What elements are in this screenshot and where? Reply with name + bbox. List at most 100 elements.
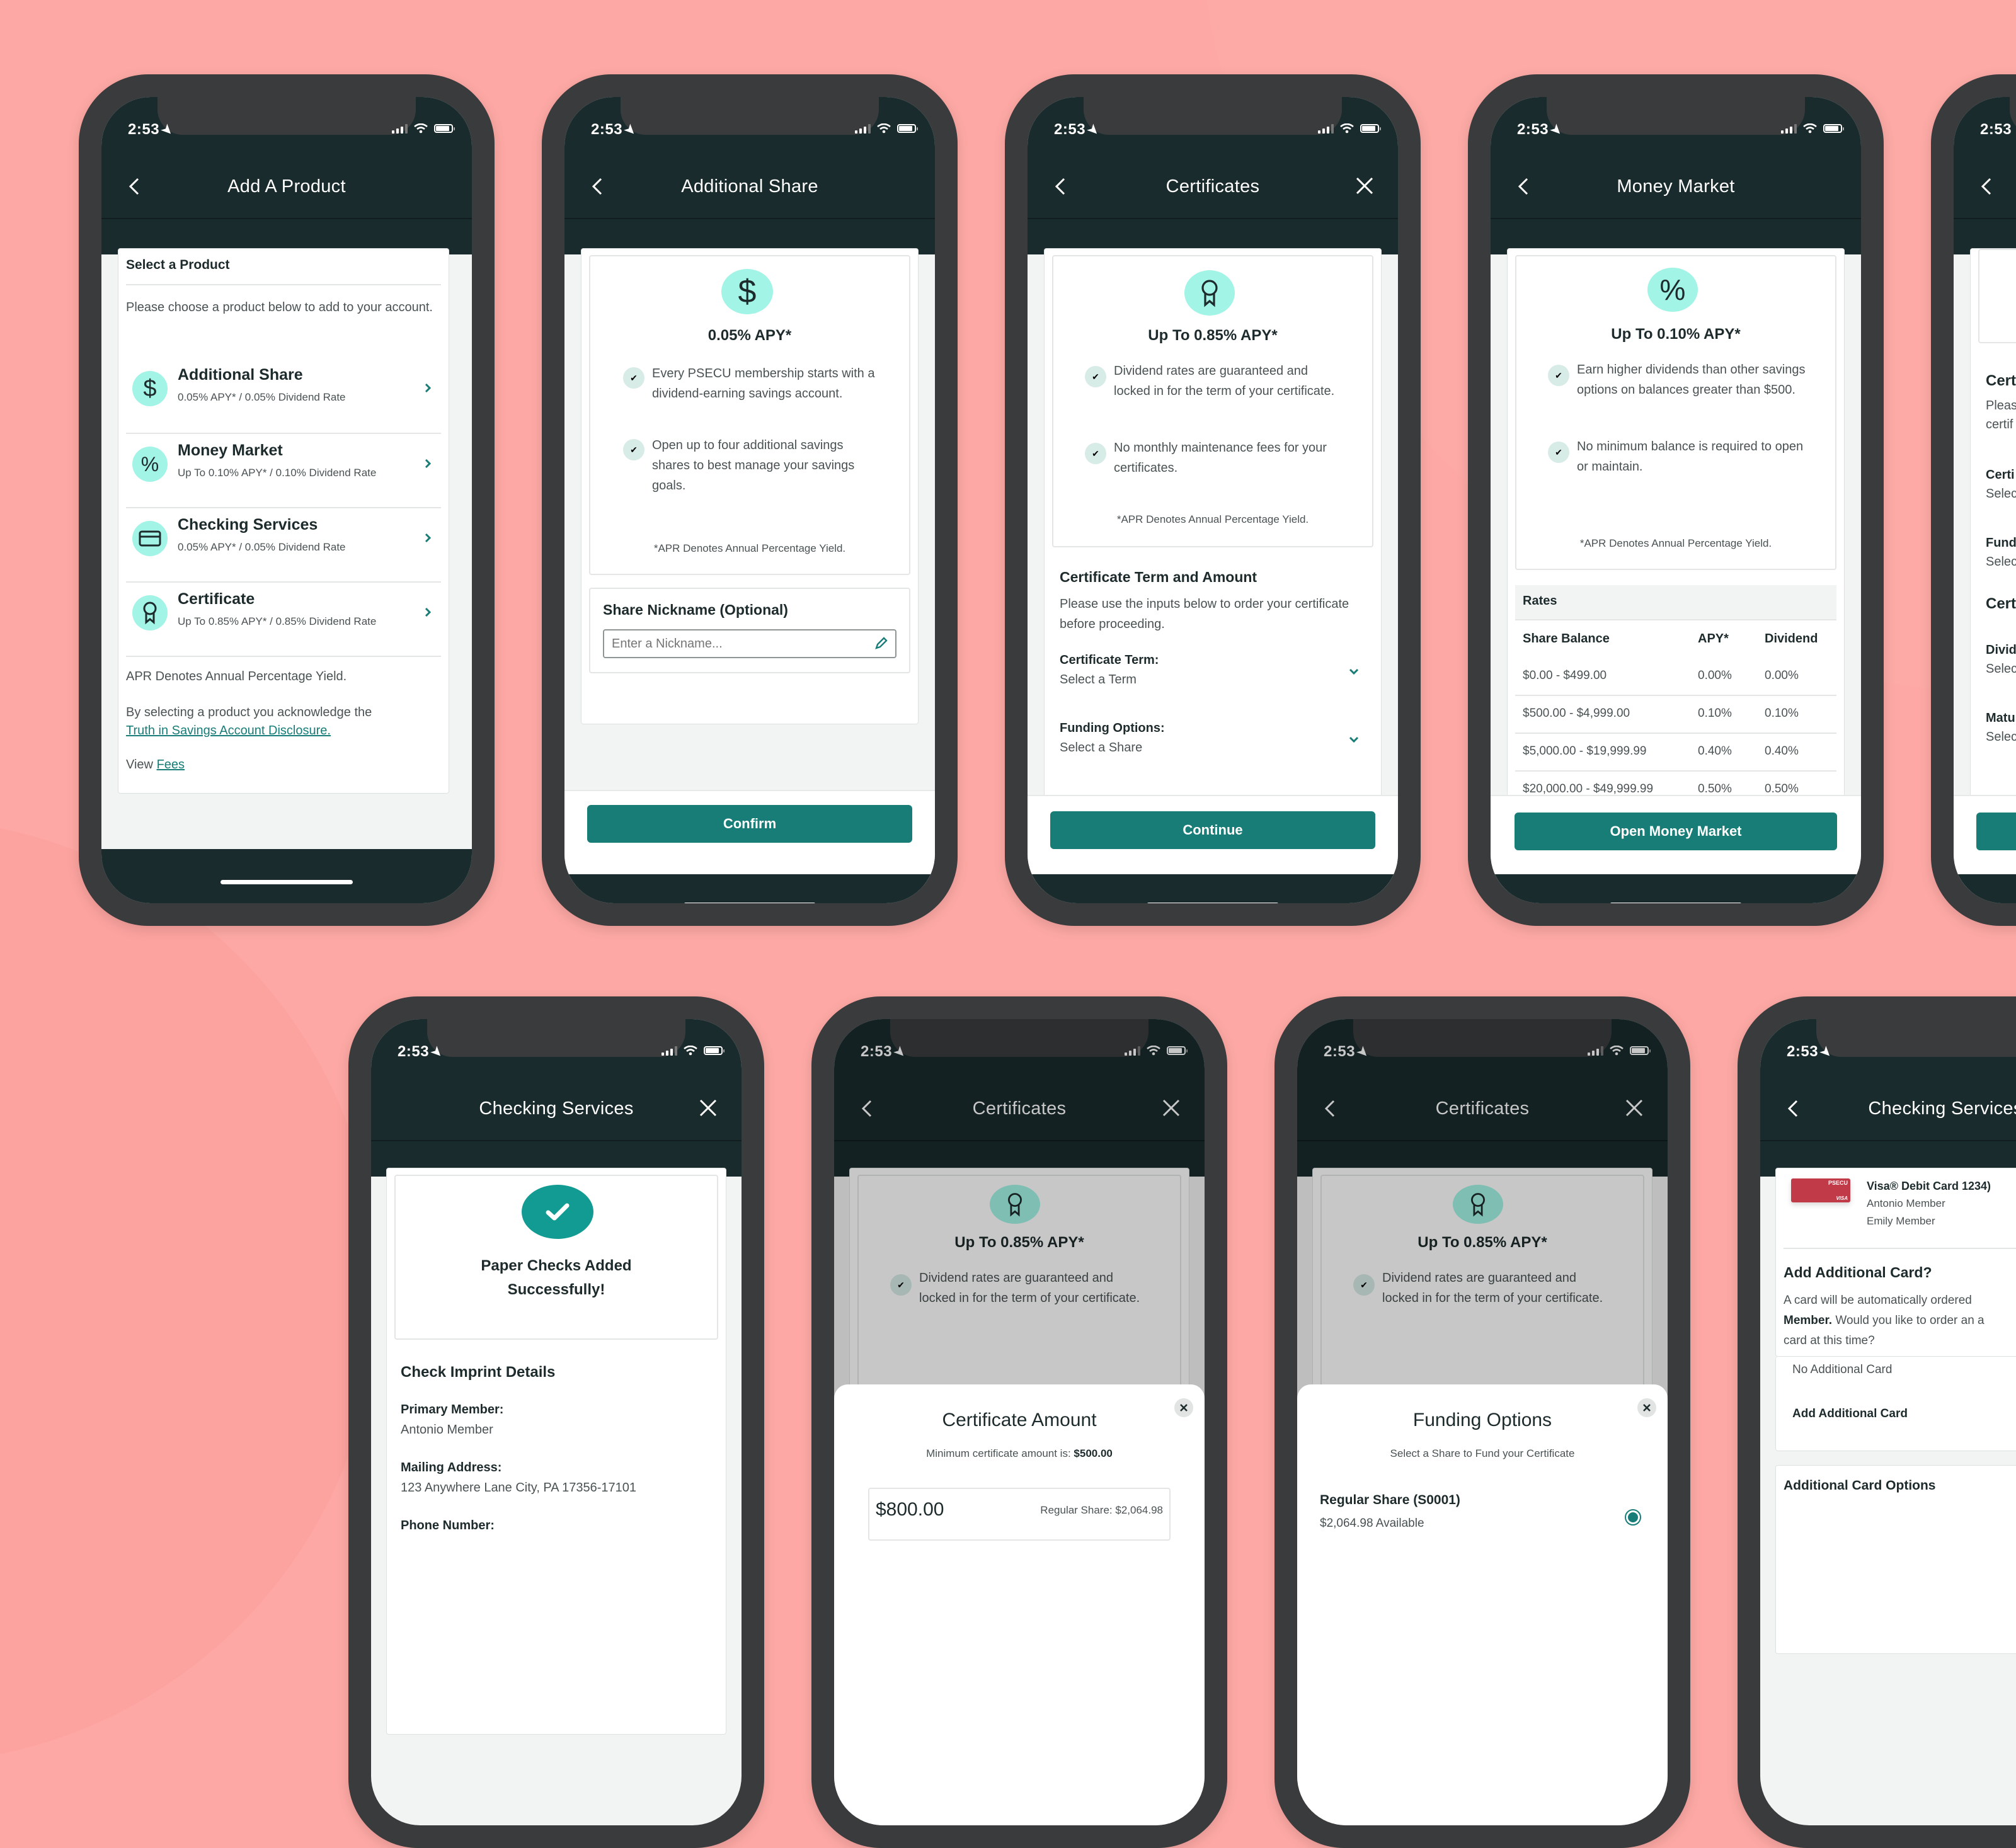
- table-cell: $20,000.00 - $49,999.99: [1523, 782, 1654, 796]
- benefit-text: Dividend rates are guaranteed and locked…: [1114, 364, 1335, 398]
- status-icons: [855, 123, 918, 134]
- product-rate: Up To 0.85% APY* / 0.85% Dividend Rate: [178, 615, 377, 627]
- primary-label: Primary Member:: [401, 1403, 504, 1417]
- pencil-icon[interactable]: [874, 637, 888, 651]
- card-options-panel: No Additional Card Add Additional Card: [1775, 1357, 2016, 1451]
- table-cell: 0.50%: [1765, 782, 1799, 796]
- screen: 2:53 Cert Pleas certif Certi Selec Fund …: [1954, 97, 2016, 903]
- desc-text: card at this time?: [1784, 1334, 1875, 1347]
- battery-icon: [1823, 124, 1844, 133]
- home-indicator-area: [1028, 874, 1398, 903]
- table-body: $0.00 - $499.00 0.00% 0.00% $500.00 - $4,99…: [1515, 658, 1836, 809]
- confirm-button[interactable]: Confirm: [587, 805, 912, 843]
- term-dropdown[interactable]: Certificate Term: Select a Term: [1060, 653, 1366, 697]
- screen: 2:53➤ Checking Services PSECU VISA Visa®…: [1760, 1019, 2016, 1825]
- header-divider: [371, 1140, 742, 1141]
- nav-bar: Money Market: [1491, 160, 1861, 213]
- chevron-right-icon: [425, 383, 432, 393]
- product-item[interactable]: Checking Services 0.05% APY* / 0.05% Div…: [126, 508, 441, 583]
- success-line: Successfully!: [507, 1281, 605, 1298]
- continue-button[interactable]: [1976, 813, 2016, 850]
- funding-option[interactable]: Regular Share (S0001) $2,064.98 Availabl…: [1320, 1493, 1645, 1543]
- home-indicator-area: [101, 849, 472, 903]
- footnote: *APR Denotes Annual Percentage Yield.: [653, 542, 846, 554]
- back-icon[interactable]: [1051, 176, 1072, 197]
- table-cell: 0.10%: [1765, 707, 1799, 720]
- product-rate: 0.05% APY* / 0.05% Dividend Rate: [178, 391, 346, 403]
- header-divider: [1491, 218, 1861, 219]
- page-title: Money Market: [1617, 176, 1735, 197]
- certificate-card: Up To 0.85% APY* ✔ Dividend rates are gu…: [1044, 248, 1382, 815]
- divider: [126, 284, 441, 285]
- notch: [1084, 97, 1342, 135]
- status-time: 2:53➤: [128, 121, 176, 139]
- card-holder: Emily Member: [1867, 1215, 1935, 1227]
- rates-table: Rates Share Balance APY* Dividend $0.00 …: [1515, 585, 1836, 809]
- back-icon[interactable]: [125, 176, 146, 197]
- product-item[interactable]: Certificate Up To 0.85% APY* / 0.85% Div…: [126, 583, 441, 657]
- table-row: $0.00 - $499.00 0.00% 0.00%: [1515, 658, 1836, 696]
- view-label: View: [126, 758, 153, 772]
- sheet-close-button[interactable]: [1174, 1398, 1193, 1417]
- partial-label: certif: [1986, 418, 2013, 431]
- notch: [621, 97, 879, 135]
- signal-icon: [662, 1046, 677, 1056]
- status-icons: [1318, 123, 1381, 134]
- partial-label: Fund: [1986, 536, 2016, 550]
- rates-header: Rates: [1515, 585, 1836, 620]
- option-add-card[interactable]: Add Additional Card: [1792, 1407, 1908, 1421]
- nav-bar: [1954, 160, 2016, 213]
- desc-text: A card will be automatically ordered: [1784, 1294, 1972, 1307]
- funding-dropdown[interactable]: Funding Options: Select a Share: [1060, 721, 1366, 765]
- back-icon[interactable]: [1784, 1098, 1804, 1119]
- chevron-right-icon: [425, 533, 432, 543]
- percent-icon: %: [1647, 268, 1698, 312]
- back-icon[interactable]: [1515, 176, 1535, 197]
- phone-certificates-form: 2:53 Cert Pleas certif Certi Selec Fund …: [1931, 74, 2016, 926]
- table-row: $5,000.00 - $19,999.99 0.40% 0.40%: [1515, 734, 1836, 772]
- page-title: Additional Share: [681, 176, 818, 197]
- section-title: Check Imprint Details: [401, 1364, 556, 1381]
- open-money-market-button[interactable]: Open Money Market: [1515, 813, 1837, 850]
- status-icons: [1781, 123, 1844, 134]
- signal-icon: [855, 123, 871, 134]
- address-label: Mailing Address:: [401, 1461, 502, 1474]
- option-no-card[interactable]: No Additional Card: [1792, 1363, 1892, 1377]
- term-value: Select a Term: [1060, 673, 1137, 687]
- continue-button[interactable]: Continue: [1050, 811, 1375, 849]
- status-time: 2:53➤: [591, 121, 639, 139]
- partial-label: Cert: [1986, 372, 2016, 389]
- success-panel: Paper Checks Added Successfully!: [394, 1175, 718, 1340]
- fees-link[interactable]: Fees: [157, 758, 185, 772]
- screen: 2:53➤ Add A Product Select a Product Ple…: [101, 97, 472, 903]
- dollar-icon: $: [721, 269, 773, 314]
- product-item[interactable]: % Money Market Up To 0.10% APY* / 0.10% …: [126, 434, 441, 508]
- certificate-amount-sheet: Certificate Amount Minimum certificate a…: [834, 1384, 1205, 1825]
- min-value: $500.00: [1074, 1447, 1113, 1459]
- phone-add-product: 2:53➤ Add A Product Select a Product Ple…: [79, 74, 495, 926]
- page-title: Checking Services: [1868, 1098, 2016, 1119]
- check-icon: ✔: [623, 439, 644, 460]
- table-row: $500.00 - $4,999.00 0.10% 0.10%: [1515, 696, 1836, 734]
- back-icon[interactable]: [588, 176, 609, 197]
- nickname-input[interactable]: [603, 629, 896, 658]
- product-item[interactable]: $ Additional Share 0.05% APY* / 0.05% Di…: [126, 360, 441, 434]
- primary-value: Antonio Member: [401, 1423, 493, 1437]
- section-title: Certificate Term and Amount: [1060, 569, 1257, 585]
- award-icon: [132, 595, 168, 630]
- close-icon[interactable]: [697, 1097, 719, 1119]
- intro-text: Please choose a product below to add to …: [126, 300, 433, 314]
- header-divider: [1028, 218, 1398, 219]
- status-time: 2:53: [1980, 121, 2012, 138]
- disclosure-link[interactable]: Truth in Savings Account Disclosure.: [126, 724, 331, 738]
- signal-icon: [392, 123, 408, 134]
- status-icons: [392, 123, 455, 134]
- close-icon[interactable]: [1354, 175, 1375, 197]
- nickname-field[interactable]: [610, 630, 852, 657]
- sheet-close-button[interactable]: [1637, 1398, 1656, 1417]
- back-icon[interactable]: [1978, 176, 1998, 197]
- percent-icon: %: [132, 447, 168, 482]
- amount-input[interactable]: $800.00 Regular Share: $2,064.98: [868, 1488, 1171, 1541]
- battery-icon: [434, 124, 455, 133]
- product-name: Additional Share: [178, 366, 303, 384]
